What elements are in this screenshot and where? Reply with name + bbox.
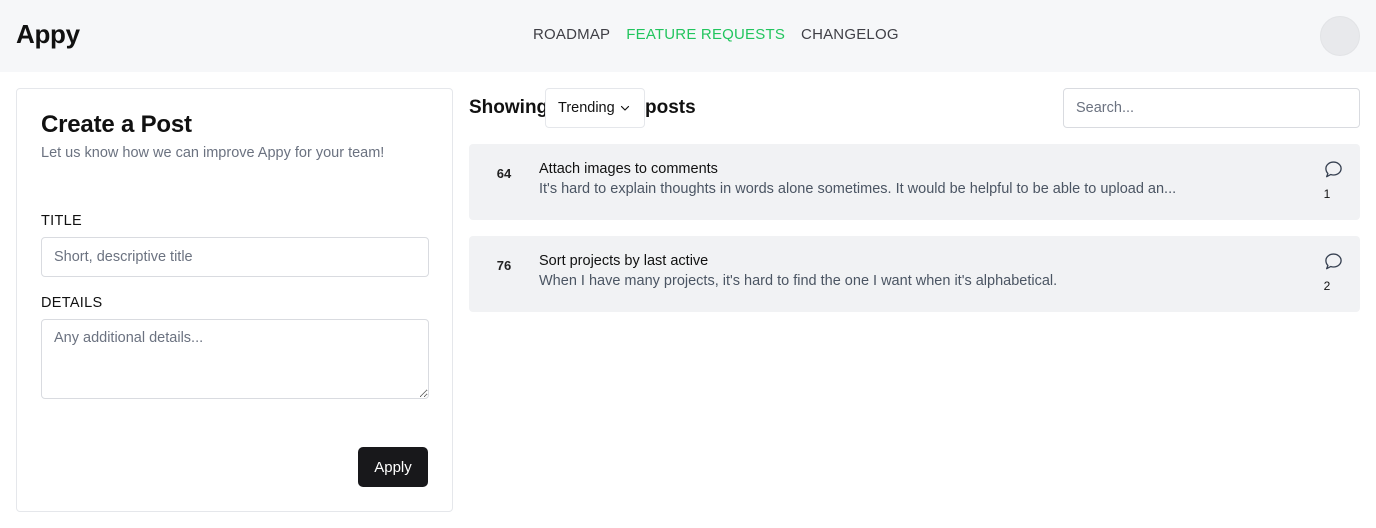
post-title: Attach images to comments: [539, 161, 718, 177]
title-input[interactable]: [41, 237, 429, 277]
nav-roadmap[interactable]: ROADMAP: [533, 26, 610, 44]
sort-select-value: Trending: [558, 100, 615, 116]
comment-count: 2: [1323, 279, 1331, 293]
details-textarea[interactable]: [41, 319, 429, 399]
post-title: Sort projects by last active: [539, 253, 709, 269]
vote-count[interactable]: 76: [469, 258, 539, 273]
nav-feature-requests[interactable]: FEATURE REQUESTS: [626, 26, 785, 44]
title-label: TITLE: [41, 213, 82, 229]
post-item[interactable]: 76 Sort projects by last active When I h…: [469, 236, 1360, 312]
user-avatar[interactable]: [1320, 16, 1360, 56]
post-item[interactable]: 64 Attach images to comments It's hard t…: [469, 144, 1360, 220]
app-logo[interactable]: Appy: [16, 19, 80, 50]
create-post-title: Create a Post: [41, 111, 192, 138]
comment-icon: [1325, 253, 1342, 270]
search-input[interactable]: [1063, 88, 1360, 128]
chevron-down-icon: [620, 105, 629, 111]
create-post-subtitle: Let us know how we can improve Appy for …: [41, 145, 385, 161]
top-header: Appy ROADMAP FEATURE REQUESTS CHANGELOG: [0, 0, 1376, 72]
comment-icon: [1325, 161, 1342, 178]
showing-prefix: Showing: [469, 97, 549, 118]
details-label: DETAILS: [41, 295, 103, 311]
nav-changelog[interactable]: CHANGELOG: [801, 26, 899, 44]
apply-button[interactable]: Apply: [358, 447, 428, 487]
main-nav: ROADMAP FEATURE REQUESTS CHANGELOG: [533, 26, 899, 44]
showing-suffix: posts: [645, 97, 696, 118]
post-description: When I have many projects, it's hard to …: [539, 273, 1058, 289]
post-description: It's hard to explain thoughts in words a…: [539, 181, 1177, 197]
create-post-card: Create a Post Let us know how we can imp…: [16, 88, 453, 512]
comment-count: 1: [1323, 187, 1331, 201]
sort-select[interactable]: Trending: [545, 88, 645, 128]
vote-count[interactable]: 64: [469, 166, 539, 181]
